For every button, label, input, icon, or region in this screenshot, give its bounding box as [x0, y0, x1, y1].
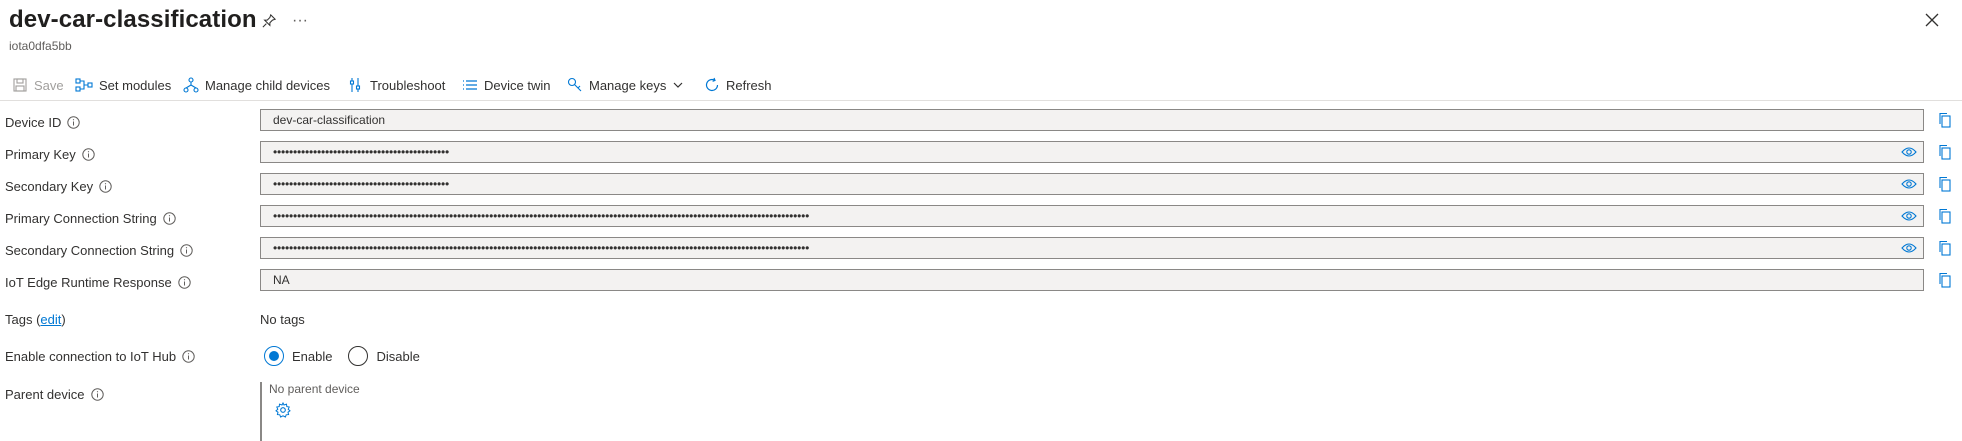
info-icon[interactable]: [182, 350, 195, 363]
copy-secondary-key-icon[interactable]: [1938, 176, 1952, 192]
page-subtitle: iota0dfa5bb: [9, 39, 72, 53]
secondary-key-label: Secondary Key: [5, 179, 112, 194]
radio-unchecked-icon: [348, 346, 369, 366]
copy-device-id-icon[interactable]: [1938, 112, 1952, 128]
info-icon[interactable]: [178, 276, 191, 289]
close-icon[interactable]: [1925, 13, 1939, 27]
copy-primary-connection-icon[interactable]: [1938, 208, 1952, 224]
device-twin-button[interactable]: Device twin: [462, 70, 550, 100]
info-icon[interactable]: [67, 116, 81, 129]
page-title: dev-car-classification: [9, 6, 257, 33]
gear-icon[interactable]: [275, 402, 360, 418]
device-twin-label: Device twin: [484, 77, 551, 93]
toolbar: Save Set modules Manage child devices Tr…: [0, 70, 1962, 101]
disable-radio[interactable]: Disable: [348, 346, 420, 366]
parent-device-box: No parent device: [260, 382, 360, 441]
set-modules-label: Set modules: [99, 77, 172, 93]
edit-tags-link[interactable]: edit: [40, 312, 61, 327]
save-label: Save: [34, 77, 64, 93]
copy-primary-key-icon[interactable]: [1938, 144, 1952, 160]
pin-icon[interactable]: [262, 14, 276, 28]
connection-radio-group: Enable Disable: [264, 346, 420, 366]
info-icon[interactable]: [99, 180, 112, 193]
runtime-response-label: IoT Edge Runtime Response: [5, 275, 191, 290]
key-icon: [567, 77, 582, 92]
troubleshoot-label: Troubleshoot: [370, 77, 446, 93]
eye-icon[interactable]: [1901, 210, 1917, 222]
refresh-label: Refresh: [726, 77, 772, 93]
primary-key-field[interactable]: ••••••••••••••••••••••••••••••••••••••••…: [260, 141, 1924, 163]
more-options-button[interactable]: ···: [292, 12, 308, 30]
device-id-field[interactable]: dev-car-classification: [260, 109, 1924, 131]
primary-connection-string-label: Primary Connection String: [5, 211, 176, 226]
save-icon: [13, 78, 27, 92]
primary-key-label: Primary Key: [5, 147, 95, 162]
save-button[interactable]: Save: [12, 70, 64, 100]
eye-icon[interactable]: [1901, 146, 1917, 158]
enable-radio[interactable]: Enable: [264, 346, 332, 366]
info-icon[interactable]: [180, 244, 193, 257]
refresh-button[interactable]: Refresh: [704, 70, 772, 100]
secondary-connection-string-label: Secondary Connection String: [5, 243, 193, 258]
info-icon[interactable]: [90, 388, 104, 401]
modules-icon: [75, 78, 93, 92]
runtime-response-field[interactable]: NA: [260, 269, 1924, 291]
primary-connection-string-field[interactable]: ••••••••••••••••••••••••••••••••••••••••…: [260, 205, 1924, 227]
list-icon: [463, 80, 477, 90]
copy-secondary-connection-icon[interactable]: [1938, 240, 1952, 256]
hierarchy-icon: [183, 77, 199, 93]
chevron-down-icon: [673, 82, 683, 88]
radio-checked-icon: [264, 346, 284, 366]
eye-icon[interactable]: [1901, 178, 1917, 190]
tags-label: Tags (edit): [5, 312, 66, 327]
enable-connection-label: Enable connection to IoT Hub: [5, 349, 195, 364]
parent-device-label: Parent device: [5, 387, 104, 402]
manage-child-devices-button[interactable]: Manage child devices: [183, 70, 330, 100]
info-icon[interactable]: [163, 212, 176, 225]
device-id-label: Device ID: [5, 115, 81, 130]
info-icon[interactable]: [82, 148, 95, 161]
eye-icon[interactable]: [1901, 242, 1917, 254]
tags-value: No tags: [260, 312, 305, 327]
parent-device-value: No parent device: [269, 382, 360, 396]
troubleshoot-button[interactable]: Troubleshoot: [348, 70, 445, 100]
manage-child-devices-label: Manage child devices: [205, 77, 331, 93]
set-modules-button[interactable]: Set modules: [75, 70, 171, 100]
manage-keys-button[interactable]: Manage keys: [567, 70, 684, 100]
refresh-icon: [705, 77, 719, 92]
copy-runtime-response-icon[interactable]: [1938, 272, 1952, 288]
secondary-connection-string-field[interactable]: ••••••••••••••••••••••••••••••••••••••••…: [260, 237, 1924, 259]
troubleshoot-icon: [349, 78, 361, 92]
manage-keys-label: Manage keys: [589, 77, 667, 93]
secondary-key-field[interactable]: ••••••••••••••••••••••••••••••••••••••••…: [260, 173, 1924, 195]
